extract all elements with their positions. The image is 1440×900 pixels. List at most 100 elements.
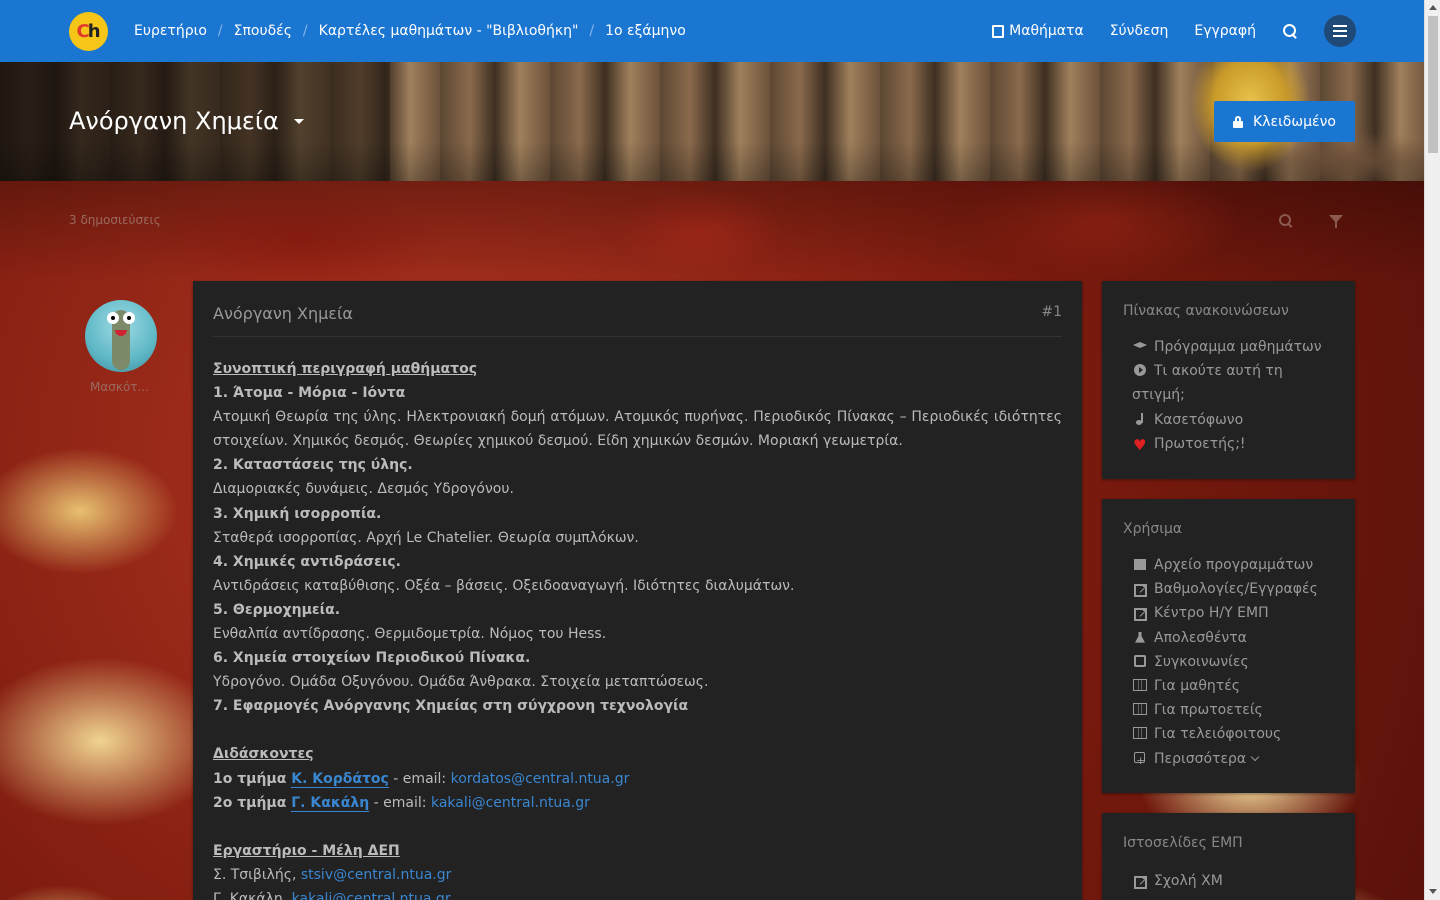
search-icon: [1282, 23, 1298, 39]
map-icon: [1132, 679, 1148, 692]
breadcrumb-item-library[interactable]: Καρτέλες μαθημάτων - "Βιβλιοθήκη": [319, 23, 579, 39]
lock-icon: [1233, 115, 1244, 128]
play-circle-icon: [1132, 364, 1148, 377]
sidebar-item-grades[interactable]: Βαθμολογίες/Εγγραφές: [1132, 577, 1337, 601]
breadcrumb-item-index[interactable]: Ευρετήριο: [134, 23, 207, 39]
breadcrumb-item-studies[interactable]: Σπουδές: [234, 23, 292, 39]
heart-icon: [1132, 433, 1148, 457]
sidebar-item-transport[interactable]: Συγκοινωνίες: [1132, 650, 1337, 674]
sidebar-item-archive[interactable]: Αρχείο προγραμμάτων: [1132, 553, 1337, 577]
courses-label: Μαθήματα: [1009, 23, 1084, 39]
summary-heading: Συνοπτική περιγραφή μαθήματος: [213, 361, 478, 377]
sidebar-item-lost-found[interactable]: Απολεσθέντα: [1132, 626, 1337, 650]
panel-title: Ιστοσελίδες ΕΜΠ: [1123, 835, 1243, 851]
external-link-icon: [1132, 601, 1148, 626]
bus-icon: [1132, 654, 1148, 667]
sidebar-item-school[interactable]: Σχολή ΧΜ: [1132, 869, 1337, 893]
top-navbar: Ch Ευρετήριο / Σπουδές / Καρτέλες μαθημά…: [0, 0, 1424, 62]
websites-panel: Ιστοσελίδες ΕΜΠ Σχολή ΧΜ: [1102, 813, 1355, 900]
avatar[interactable]: [85, 300, 157, 372]
section-text: Υδρογόνο. Ομάδα Οξυγόνου. Ομάδα Άνθρακα.…: [213, 674, 709, 691]
teacher-profile-link[interactable]: Γ. Κακάλη: [291, 794, 370, 812]
courses-link[interactable]: Μαθήματα: [992, 23, 1084, 39]
section-text: Αντιδράσεις καταβύθισης. Οξέα – βάσεις. …: [213, 577, 795, 594]
email-link[interactable]: kordatos@central.ntua.gr: [451, 771, 630, 787]
book-icon: [992, 24, 1005, 38]
sidebar-item-computer-center[interactable]: Κέντρο Η/Υ ΕΜΠ: [1132, 601, 1337, 626]
breadcrumb-item-semester[interactable]: 1ο εξάμηνο: [605, 23, 686, 39]
graduation-cap-icon: [1132, 340, 1148, 352]
menu-button[interactable]: [1324, 15, 1356, 47]
section-heading: 3. Χημική ισορροπία.: [213, 505, 382, 522]
sidebar-item-more[interactable]: Περισσότερα: [1132, 747, 1337, 773]
lab-heading: Εργαστήριο - Μέλη ΔΕΠ: [213, 842, 400, 859]
announcements-panel: Πίνακας ανακοινώσεων Πρόγραμμα μαθημάτων…: [1102, 281, 1355, 479]
background-shade: [0, 181, 1424, 281]
search-button[interactable]: [1282, 23, 1298, 39]
external-link-icon: [1132, 869, 1148, 893]
useful-list: Αρχείο προγραμμάτων Βαθμολογίες/Εγγραφές…: [1132, 553, 1337, 773]
teacher-profile-link[interactable]: Κ. Κορδάτος: [291, 770, 389, 788]
teacher-row: 2ο τμήμα Γ. Κακάλη - email: kakali@centr…: [213, 794, 590, 812]
section-heading: 7. Εφαρμογές Ανόργανης Χημείας στη σύγχρ…: [213, 698, 689, 715]
scroll-down-icon[interactable]: [1429, 889, 1437, 894]
login-link[interactable]: Σύνδεση: [1110, 23, 1169, 39]
music-icon: [1132, 412, 1148, 425]
scroll-up-icon[interactable]: [1429, 5, 1437, 10]
sidebar-item-cassette[interactable]: Κασετόφωνο: [1132, 408, 1337, 432]
post-number[interactable]: #1: [1041, 304, 1062, 320]
hamburger-icon: [1324, 15, 1356, 47]
teachers-heading: Διδάσκοντες: [213, 746, 314, 763]
flask-icon: [1132, 631, 1148, 643]
section-text: Ατομική Θεωρία της ύλης. Ηλεκτρονιακή δο…: [213, 409, 1062, 450]
breadcrumb-separator: /: [589, 23, 595, 39]
email-link[interactable]: stsiv@central.ntua.gr: [301, 867, 452, 883]
locked-button[interactable]: Κλειδωμένο: [1214, 101, 1355, 142]
topic-search-icon[interactable]: [1279, 214, 1293, 228]
chevron-down-icon[interactable]: [294, 119, 304, 124]
section-heading: 2. Καταστάσεις της ύλης.: [213, 457, 413, 474]
post-card: Ανόργανη Χημεία #1 Συνοπτική περιγραφή μ…: [193, 281, 1082, 900]
register-link[interactable]: Εγγραφή: [1194, 23, 1256, 39]
breadcrumb: Ευρετήριο / Σπουδές / Καρτέλες μαθημάτων…: [134, 0, 686, 62]
panel-title: Χρήσιμα: [1123, 521, 1183, 537]
scrollbar[interactable]: [1424, 0, 1440, 900]
post-title: Ανόργανη Χημεία: [213, 304, 353, 323]
sidebar-item-freshmen[interactable]: Για πρωτοετείς: [1132, 698, 1337, 722]
site-logo[interactable]: Ch: [69, 12, 108, 51]
email-link[interactable]: kakali@central.ntua.gr: [431, 795, 590, 811]
lab-member-row: Σ. Τσιβιλής, stsiv@central.ntua.gr: [213, 866, 452, 883]
locked-label: Κλειδωμένο: [1253, 113, 1336, 130]
page-title: Ανόργανη Χημεία: [69, 107, 279, 135]
breadcrumb-separator: /: [302, 23, 308, 39]
plus-square-icon: [1132, 749, 1148, 773]
section-text: Σταθερά ισορροπίας. Αρχή Le Chatelier. Θ…: [213, 529, 639, 546]
author-name[interactable]: Μασκότ...: [90, 380, 149, 394]
map-icon: [1132, 703, 1148, 716]
section-heading: 5. Θερμοχημεία.: [213, 601, 341, 618]
sidebar-item-graduates[interactable]: Για τελειόφοιτους: [1132, 722, 1337, 746]
email-link[interactable]: kakali@central.ntua.gr: [292, 891, 451, 900]
chevron-down-icon: [1250, 752, 1260, 761]
filter-icon[interactable]: [1329, 215, 1343, 228]
panel-title: Πίνακας ανακοινώσεων: [1123, 303, 1289, 319]
divider: [213, 336, 1062, 337]
announcements-list: Πρόγραμμα μαθημάτων Τι ακούτε αυτή τη στ…: [1132, 335, 1337, 457]
section-text: Ενθαλπία αντίδρασης. Θερμιδομετρία. Νόμο…: [213, 626, 607, 643]
lab-member-row: Γ. Κακάλη, kakali@central.ntua.gr: [213, 887, 1062, 900]
section-text: Διαμοριακές δυνάμεις. Δεσμός Υδρογόνου.: [213, 481, 514, 498]
useful-panel: Χρήσιμα Αρχείο προγραμμάτων Βαθμολογίες/…: [1102, 499, 1355, 793]
sidebar-item-freshman[interactable]: Πρωτοετής;!: [1132, 432, 1337, 457]
scroll-thumb[interactable]: [1428, 16, 1438, 153]
map-icon: [1132, 727, 1148, 740]
websites-list: Σχολή ΧΜ: [1132, 869, 1337, 893]
posts-count: 3 δημοσιεύσεις: [69, 213, 161, 227]
external-link-icon: [1132, 577, 1148, 601]
breadcrumb-separator: /: [217, 23, 223, 39]
section-heading: 6. Χημεία στοιχείων Περιοδικού Πίνακα.: [213, 650, 531, 667]
sidebar-item-students[interactable]: Για μαθητές: [1132, 674, 1337, 698]
sidebar-item-listening[interactable]: Τι ακούτε αυτή τη στιγμή;: [1132, 359, 1337, 407]
sidebar-item-schedule[interactable]: Πρόγραμμα μαθημάτων: [1132, 335, 1337, 359]
archive-icon: [1132, 558, 1148, 570]
section-heading: 1. Άτομα - Μόρια - Ιόντα: [213, 385, 406, 402]
